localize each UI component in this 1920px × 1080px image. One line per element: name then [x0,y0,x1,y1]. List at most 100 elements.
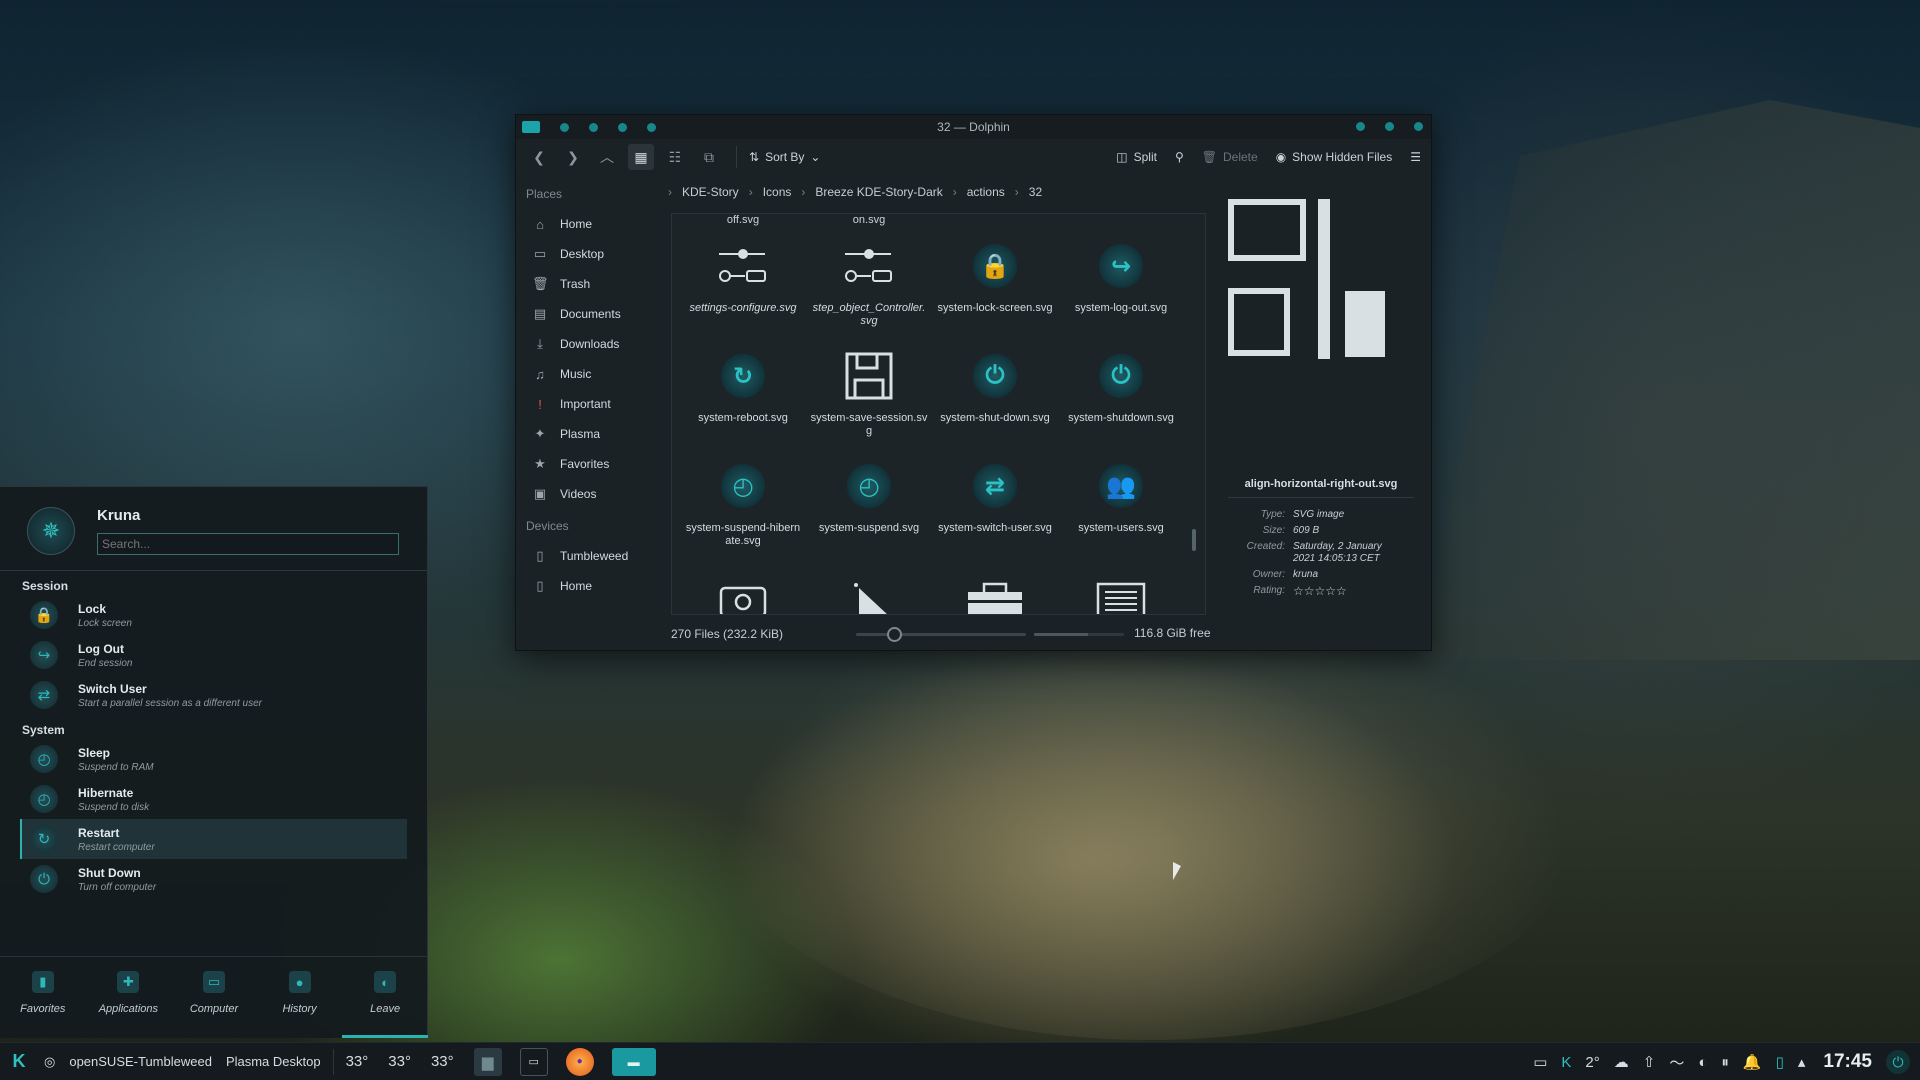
back-button[interactable]: ❮ [526,144,552,170]
floppy-icon [839,346,899,406]
file-view[interactable]: off.svg on.svg settings-configure.svg ste… [671,213,1206,615]
file-item[interactable]: 🔒 system-lock-screen.svg [932,236,1058,346]
maximize-button[interactable] [1385,122,1394,131]
up-button[interactable]: ︿ [594,144,620,170]
leave-action-restart[interactable]: ↻ Restart Restart computer [20,819,407,859]
sidebar-item-plasma[interactable]: ✦ Plasma [526,419,668,449]
sidebar-item-music[interactable]: ♫ Music [526,359,668,389]
file-name-partial[interactable]: on.svg [806,214,932,226]
avatar[interactable]: ✵ [27,507,75,555]
distro-label[interactable]: openSUSE-Tumbleweed [69,1054,212,1069]
hamburger-menu-button[interactable]: ☰ [1410,150,1421,164]
task-konsole[interactable]: ▭ [519,1047,548,1076]
breadcrumb-item[interactable]: Icons [763,185,792,199]
task-firefox[interactable]: ● [565,1047,594,1076]
file-item[interactable]: ◴ system-suspend-hibernate.svg [680,456,806,566]
details-view-button[interactable]: ⧉ [696,144,722,170]
tab-computer[interactable]: ▭ Computer [171,957,257,1038]
sidebar-item-home[interactable]: ⌂ Home [526,209,668,239]
leave-action-log-out[interactable]: ↪ Log Out End session [22,635,407,675]
file-item[interactable]: ↪ system-log-out.svg [1058,236,1184,346]
cloud-icon[interactable]: ☁ [1614,1053,1629,1071]
file-item[interactable]: step_object_Controller.svg [806,236,932,346]
sidebar-item-favorites[interactable]: ★ Favorites [526,449,668,479]
sidebar-item-tumbleweed[interactable]: ▯ Tumbleweed [526,541,668,571]
split-button[interactable]: ◫ Split [1116,150,1157,164]
sidebar-item-home[interactable]: ▯ Home [526,571,668,601]
tab-applications[interactable]: ✚ Applications [86,957,172,1038]
clock[interactable]: 17:45 [1823,1051,1872,1073]
tab-leave[interactable]: ◐ Leave [342,957,428,1038]
leave-action-lock[interactable]: 🔒 Lock Lock screen [22,595,407,635]
close-button[interactable] [1414,122,1423,131]
updates-icon[interactable]: ⇧ [1643,1053,1656,1071]
partial-file-cursor[interactable] [806,582,932,614]
sort-by-button[interactable]: ⇅ Sort By ⌄ [749,150,820,164]
leave-action-hibernate[interactable]: ◴ Hibernate Suspend to disk [22,779,407,819]
breadcrumb-item[interactable]: actions [967,185,1005,199]
kde-connect-icon[interactable]: K [1561,1054,1571,1071]
delete-button[interactable]: 🗑 Delete [1202,150,1258,164]
sidebar-item-trash[interactable]: 🗑 Trash [526,269,668,299]
file-name-partial[interactable]: off.svg [680,214,806,226]
search-input[interactable] [97,533,399,555]
zoom-slider[interactable] [856,627,1026,642]
action-text: Sleep Suspend to RAM [78,746,154,773]
compact-view-button[interactable]: ☷ [662,144,688,170]
cpu-temp-1[interactable]: 33° [346,1053,369,1070]
leave-action-sleep[interactable]: ◴ Sleep Suspend to RAM [22,739,407,779]
show-hidden-files-button[interactable]: ◉ Show Hidden Files [1276,150,1393,164]
leave-action-switch-user[interactable]: ⇄ Switch User Start a parallel session as … [22,675,407,715]
desktop-label[interactable]: Plasma Desktop [226,1054,321,1069]
power-button[interactable]: ⏻ [1886,1050,1910,1074]
toolbox-icon [968,582,1022,614]
battery-icon[interactable]: ▯ [1776,1053,1784,1071]
forward-button[interactable]: ❯ [560,144,586,170]
file-item[interactable]: ◴ system-suspend.svg [806,456,932,566]
file-item[interactable]: ↻ system-reboot.svg [680,346,806,456]
sidebar-item-downloads[interactable]: ⤓ Downloads [526,329,668,359]
partial-file-toolbox[interactable] [932,582,1058,614]
file-item[interactable]: ⇄ system-switch-user.svg [932,456,1058,566]
tray-expand-icon[interactable]: ▴ [1798,1053,1806,1071]
cpu-temp-2[interactable]: 33° [388,1053,411,1070]
icons-view-button[interactable]: ▦ [628,144,654,170]
file-item[interactable]: ⏻ system-shut-down.svg [932,346,1058,456]
partial-file-document[interactable] [1058,582,1184,614]
file-item[interactable]: ⏻ system-shutdown.svg [1058,346,1184,456]
task-dolphin[interactable]: ▬ [611,1047,656,1076]
file-item[interactable]: system-save-session.svg [806,346,932,456]
search-button[interactable]: ⚲ [1175,150,1184,164]
places-heading: Places [526,187,563,201]
leave-action-shut-down[interactable]: ⏻ Shut Down Turn off computer [22,859,407,899]
breadcrumb-item[interactable]: KDE-Story [682,185,739,199]
scrollbar-thumb[interactable] [1192,529,1196,551]
title-bar[interactable]: 32 — Dolphin [516,115,1431,139]
weather-temp[interactable]: 2° [1585,1054,1599,1071]
tab-favorites[interactable]: ▮ Favorites [0,957,86,1038]
breadcrumb-item[interactable]: 32 [1029,185,1042,199]
notifications-bell-icon[interactable]: 🔔 [1743,1053,1762,1071]
zoom-slider-handle[interactable] [887,627,902,642]
monitor-icon[interactable]: ▭ [1533,1053,1547,1071]
rating-stars[interactable]: ☆☆☆☆☆ [1293,585,1403,597]
launcher-header: ✵ Kruna [0,487,427,571]
breadcrumb-item[interactable]: Breeze KDE-Story-Dark [815,185,942,199]
sidebar-item-important[interactable]: ! Important [526,389,668,419]
network-icon[interactable]: 〜 [1669,1052,1684,1073]
tab-history[interactable]: ● History [257,957,343,1038]
cpu-temp-3[interactable]: 33° [431,1053,454,1070]
media-pause-icon[interactable]: ⏸ [1721,1054,1729,1071]
sidebar-item-documents[interactable]: ▤ Documents [526,299,668,329]
night-color-icon[interactable]: ◐ [1698,1054,1707,1071]
file-item[interactable]: 👥 system-users.svg [1058,456,1184,566]
partial-file-camera[interactable] [680,582,806,614]
created-label: Created: [1246,541,1285,552]
file-item[interactable]: settings-configure.svg [680,236,806,346]
sidebar-item-videos[interactable]: ▣ Videos [526,479,668,509]
pager-desktop[interactable]: ▆ [473,1047,502,1076]
drive-icon: ▯ [536,548,544,563]
kde-launcher-button[interactable]: K [4,1047,34,1077]
minimize-button[interactable] [1356,122,1365,131]
sidebar-item-desktop[interactable]: ▭ Desktop [526,239,668,269]
